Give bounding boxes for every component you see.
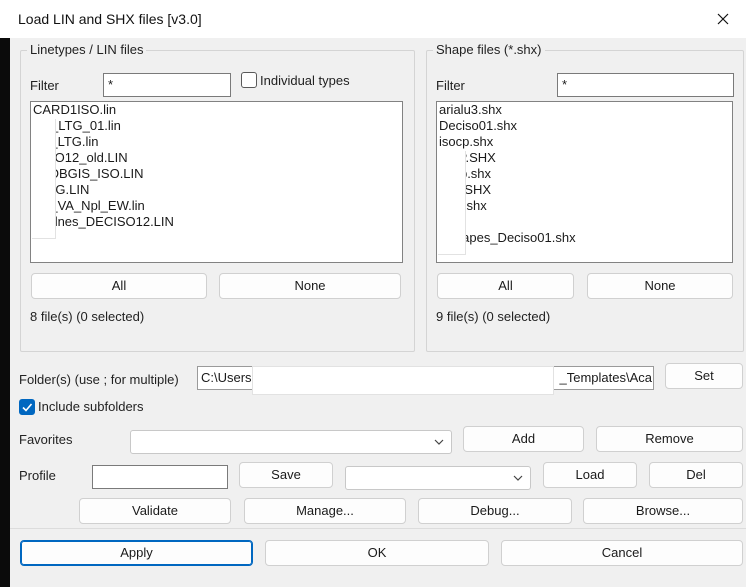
linetypes-file-item[interactable]: PB_LTG.lin <box>31 134 402 150</box>
shapes-all-button[interactable]: All <box>437 273 574 299</box>
apply-button[interactable]: Apply <box>20 540 253 566</box>
redaction-overlay <box>32 119 56 239</box>
shapes-file-item[interactable]: DVI.SHX <box>437 182 732 198</box>
profile-name-input[interactable] <box>92 465 228 489</box>
cancel-button[interactable]: Cancel <box>501 540 743 566</box>
shapes-group-label: Shape files (*.shx) <box>433 42 545 57</box>
close-button[interactable] <box>700 0 746 38</box>
individual-types-label: Individual types <box>260 73 350 88</box>
manage-button[interactable]: Manage... <box>244 498 406 524</box>
linetypes-file-item[interactable]: 3_Llnes_DECISO12.LIN <box>31 214 402 230</box>
linetypes-all-button[interactable]: All <box>31 273 207 299</box>
shapes-file-list[interactable]: arialu3.shx Deciso01.shx isocp.shx OCP.S… <box>436 101 733 263</box>
dialog-footer: Apply OK Cancel <box>10 528 746 587</box>
chevron-down-icon <box>434 439 444 445</box>
save-profile-button[interactable]: Save <box>239 462 333 488</box>
linetypes-group-label: Linetypes / LIN files <box>27 42 147 57</box>
checkmark-icon <box>22 403 33 412</box>
shapes-file-item[interactable]: _Shapes_Deciso01.shx <box>437 230 732 246</box>
linetypes-file-item[interactable]: EP_VA_Npl_EW.lin <box>31 198 402 214</box>
close-icon <box>717 13 729 25</box>
profile-label: Profile <box>19 468 56 483</box>
folders-value-end: _Templates\Aca <box>559 370 653 385</box>
add-favorite-button[interactable]: Add <box>463 426 584 452</box>
shapes-filter-input[interactable]: * <box>557 73 734 97</box>
profile-dropdown[interactable] <box>345 466 531 490</box>
dialog-client-area: Linetypes / LIN files Filter * Individua… <box>10 38 746 587</box>
validate-button[interactable]: Validate <box>79 498 231 524</box>
shapes-file-item[interactable]: isocp.shx <box>437 134 732 150</box>
shapes-file-item[interactable]: OCP.SHX <box>437 150 732 166</box>
favorites-dropdown[interactable] <box>130 430 452 454</box>
folders-label: Folder(s) (use ; for multiple) <box>19 372 179 387</box>
shapes-file-item[interactable]: hx <box>437 214 732 230</box>
set-folder-button[interactable]: Set <box>665 363 743 389</box>
shapes-file-item[interactable]: plex.shx <box>437 198 732 214</box>
window-left-edge <box>0 38 10 587</box>
browse-button[interactable]: Browse... <box>583 498 743 524</box>
debug-button[interactable]: Debug... <box>418 498 572 524</box>
redaction-overlay <box>438 151 466 255</box>
include-subfolders-label: Include subfolders <box>38 399 144 414</box>
shapes-status: 9 file(s) (0 selected) <box>436 309 551 324</box>
window-title: Load LIN and SHX files [v3.0] <box>18 11 202 27</box>
linetypes-file-list[interactable]: CARD1ISO.lin EC_LTG_01.lin PB_LTG.lin CI… <box>30 101 403 263</box>
shapes-filter-label: Filter <box>436 78 465 93</box>
linetypes-filter-label: Filter <box>30 78 59 93</box>
dialog-window: Load LIN and SHX files [v3.0] Linetypes … <box>0 0 746 587</box>
ok-button[interactable]: OK <box>265 540 489 566</box>
load-profile-button[interactable]: Load <box>543 462 637 488</box>
linetypes-file-item[interactable]: EC_LTG_01.lin <box>31 118 402 134</box>
linetypes-filter-input[interactable]: * <box>103 73 231 97</box>
linetypes-none-button[interactable]: None <box>219 273 401 299</box>
shapes-none-button[interactable]: None <box>587 273 733 299</box>
shapes-file-item[interactable]: eshp.shx <box>437 166 732 182</box>
linetypes-file-item[interactable]: CARD1ISO.lin <box>31 102 402 118</box>
chevron-down-icon <box>513 475 523 481</box>
shapes-file-item[interactable]: Deciso01.shx <box>437 118 732 134</box>
individual-types-checkbox[interactable] <box>241 72 257 88</box>
linetypes-file-item[interactable]: OSIG.LIN <box>31 182 402 198</box>
linetypes-file-item[interactable]: CISO12_old.LIN <box>31 150 402 166</box>
folders-value-start: C:\Users <box>201 370 252 385</box>
linetypes-status: 8 file(s) (0 selected) <box>30 309 145 324</box>
linetypes-file-item[interactable]: N_DBGIS_ISO.LIN <box>31 166 402 182</box>
shapes-file-item[interactable]: arialu3.shx <box>437 102 732 118</box>
delete-profile-button[interactable]: Del <box>649 462 743 488</box>
redaction-overlay <box>252 366 554 395</box>
remove-favorite-button[interactable]: Remove <box>596 426 743 452</box>
include-subfolders-checkbox[interactable] <box>19 399 35 415</box>
favorites-label: Favorites <box>19 432 73 447</box>
title-bar: Load LIN and SHX files [v3.0] <box>0 0 746 38</box>
